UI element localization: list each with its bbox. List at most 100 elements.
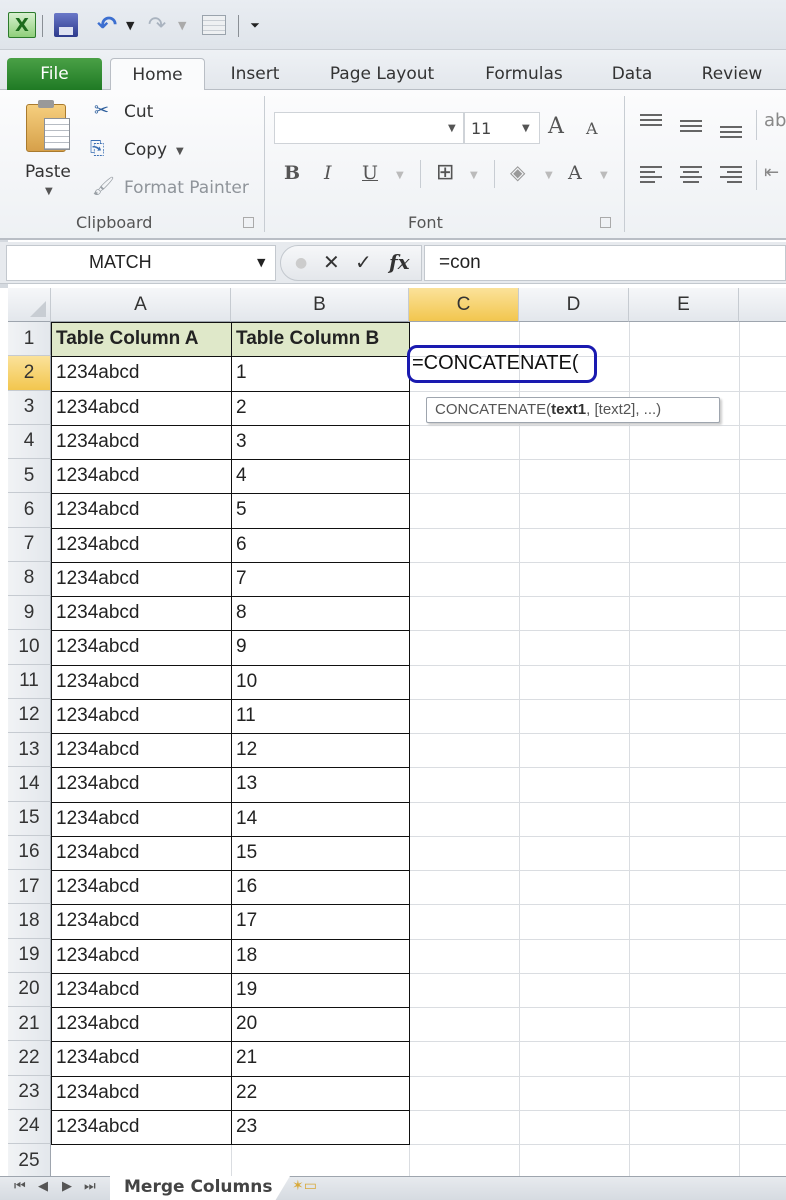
- cell-b4[interactable]: 3: [231, 424, 410, 460]
- cell-b14[interactable]: 13: [231, 767, 410, 803]
- row-header-3[interactable]: 3: [8, 390, 51, 425]
- cell-b23[interactable]: 22: [231, 1075, 410, 1111]
- cell-b16[interactable]: 15: [231, 835, 410, 871]
- cancel-icon[interactable]: ✕: [323, 250, 340, 274]
- column-header-f[interactable]: [739, 288, 786, 322]
- align-top-icon[interactable]: [640, 114, 662, 129]
- tab-home[interactable]: Home: [110, 58, 205, 91]
- insert-sheet-icon[interactable]: ✶▭: [292, 1178, 342, 1200]
- row-header-12[interactable]: 12: [8, 698, 51, 733]
- align-middle-icon[interactable]: [680, 120, 702, 135]
- row-header-10[interactable]: 10: [8, 630, 51, 665]
- cell-b22[interactable]: 21: [231, 1041, 410, 1077]
- undo-icon[interactable]: ↶: [92, 11, 122, 39]
- tab-page-layout[interactable]: Page Layout: [318, 58, 446, 90]
- column-header-e[interactable]: E: [629, 288, 739, 322]
- indent-icon[interactable]: ⇤: [764, 162, 779, 183]
- cell-b12[interactable]: 11: [231, 698, 410, 734]
- cell-a8[interactable]: 1234abcd: [51, 561, 232, 597]
- cell-a19[interactable]: 1234abcd: [51, 938, 232, 974]
- cell-b20[interactable]: 19: [231, 972, 410, 1008]
- cell-a5[interactable]: 1234abcd: [51, 459, 232, 495]
- redo-icon[interactable]: ↷: [145, 12, 169, 38]
- first-sheet-button[interactable]: ⏮: [14, 1179, 26, 1194]
- cell-a14[interactable]: 1234abcd: [51, 767, 232, 803]
- tooltip-function-name[interactable]: CONCATENATE(: [435, 401, 551, 418]
- cell-b2[interactable]: 1: [231, 356, 410, 392]
- borders-dropdown-icon[interactable]: ▼: [470, 170, 478, 181]
- cell-b8[interactable]: 7: [231, 561, 410, 597]
- row-header-15[interactable]: 15: [8, 801, 51, 836]
- cell-a13[interactable]: 1234abcd: [51, 733, 232, 769]
- row-header-4[interactable]: 4: [8, 424, 51, 459]
- cell-a4[interactable]: 1234abcd: [51, 424, 232, 460]
- cell-b11[interactable]: 10: [231, 664, 410, 700]
- shrink-font-button[interactable]: A: [586, 119, 598, 138]
- row-header-23[interactable]: 23: [8, 1075, 51, 1110]
- tab-file[interactable]: File: [7, 58, 102, 90]
- excel-logo-icon[interactable]: X: [8, 12, 36, 38]
- customize-toolbar-icon[interactable]: ⏷: [248, 12, 262, 38]
- row-header-5[interactable]: 5: [8, 459, 51, 494]
- cell-a22[interactable]: 1234abcd: [51, 1041, 232, 1077]
- cell-b21[interactable]: 20: [231, 1007, 410, 1043]
- cut-button[interactable]: Cut: [124, 102, 153, 122]
- cell-a2[interactable]: 1234abcd: [51, 356, 232, 392]
- paste-icon[interactable]: [26, 100, 74, 152]
- cell-b19[interactable]: 18: [231, 938, 410, 974]
- row-header-6[interactable]: 6: [8, 493, 51, 528]
- copy-dropdown-icon[interactable]: ▼: [176, 146, 184, 157]
- enter-icon[interactable]: ✓: [355, 250, 372, 274]
- function-tooltip[interactable]: CONCATENATE(text1, [text2], ...): [426, 397, 720, 423]
- sheet-tab-merge-columns[interactable]: Merge Columns: [110, 1176, 290, 1200]
- fill-color-dropdown-icon[interactable]: ▼: [545, 170, 553, 181]
- cell-b1[interactable]: Table Column B: [231, 322, 410, 358]
- cell-b7[interactable]: 6: [231, 527, 410, 563]
- clipboard-dialog-launcher-icon[interactable]: [243, 217, 254, 228]
- cell-a15[interactable]: 1234abcd: [51, 801, 232, 837]
- cell-a23[interactable]: 1234abcd: [51, 1075, 232, 1111]
- row-header-2[interactable]: 2: [8, 356, 51, 391]
- cell-b18[interactable]: 17: [231, 904, 410, 940]
- font-size-dropdown-icon[interactable]: ▼: [522, 123, 530, 134]
- column-header-d[interactable]: D: [519, 288, 629, 322]
- row-header-9[interactable]: 9: [8, 596, 51, 631]
- font-name-combobox[interactable]: [274, 112, 464, 144]
- cell-a6[interactable]: 1234abcd: [51, 493, 232, 529]
- row-header-21[interactable]: 21: [8, 1007, 51, 1042]
- cell-a9[interactable]: 1234abcd: [51, 596, 232, 632]
- cell-a10[interactable]: 1234abcd: [51, 630, 232, 666]
- resize-handle-icon[interactable]: ●: [295, 255, 307, 271]
- column-header-a[interactable]: A: [51, 288, 231, 322]
- align-bottom-icon[interactable]: [720, 126, 742, 141]
- cell-a16[interactable]: 1234abcd: [51, 835, 232, 871]
- align-right-icon[interactable]: [720, 166, 742, 186]
- last-sheet-button[interactable]: ⏭: [84, 1179, 96, 1194]
- tab-insert[interactable]: Insert: [215, 58, 295, 90]
- worksheet-grid[interactable]: A B C D E 1 Table Column A Table Column B 2…: [0, 288, 786, 1180]
- cell-a1[interactable]: Table Column A: [51, 322, 232, 358]
- font-dialog-launcher-icon[interactable]: [600, 217, 611, 228]
- tab-review[interactable]: Review: [690, 58, 774, 90]
- cell-b13[interactable]: 12: [231, 733, 410, 769]
- insert-function-icon[interactable]: fx: [389, 250, 410, 274]
- row-header-7[interactable]: 7: [8, 527, 51, 562]
- formula-input[interactable]: =con: [424, 245, 786, 281]
- font-name-dropdown-icon[interactable]: ▼: [448, 123, 456, 134]
- underline-dropdown-icon[interactable]: ▼: [396, 170, 404, 181]
- cell-a7[interactable]: 1234abcd: [51, 527, 232, 563]
- select-all-corner[interactable]: [8, 288, 51, 322]
- paste-dropdown-icon[interactable]: ▼: [45, 186, 53, 197]
- save-icon[interactable]: [52, 12, 80, 38]
- underline-button[interactable]: U: [362, 162, 378, 184]
- cell-a12[interactable]: 1234abcd: [51, 698, 232, 734]
- undo-dropdown-icon[interactable]: ▼: [126, 12, 134, 38]
- prev-sheet-button[interactable]: ◀: [38, 1179, 48, 1194]
- column-header-b[interactable]: B: [231, 288, 409, 322]
- next-sheet-button[interactable]: ▶: [62, 1179, 72, 1194]
- cell-b10[interactable]: 9: [231, 630, 410, 666]
- tab-data[interactable]: Data: [600, 58, 664, 90]
- orientation-icon[interactable]: ab: [764, 110, 786, 131]
- row-header-20[interactable]: 20: [8, 972, 51, 1007]
- row-header-14[interactable]: 14: [8, 767, 51, 802]
